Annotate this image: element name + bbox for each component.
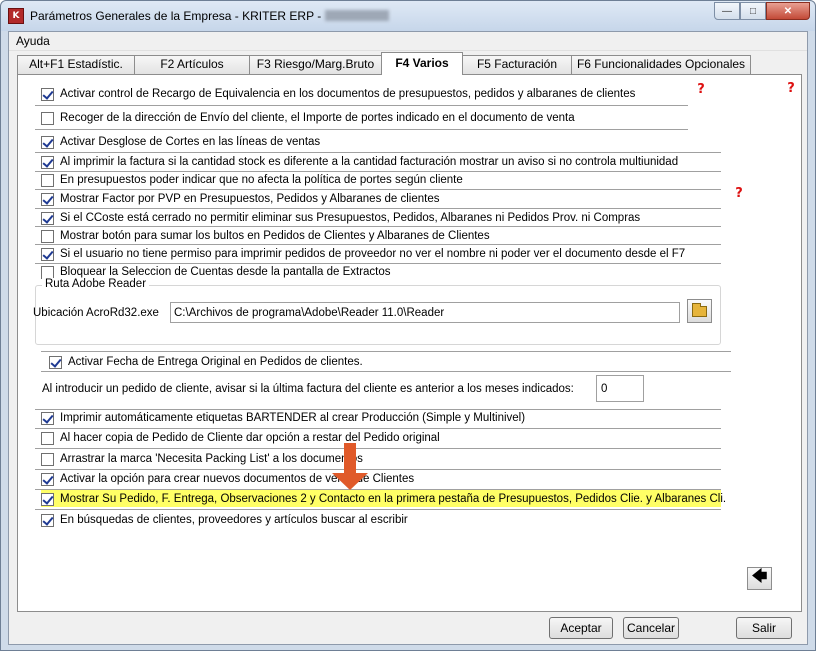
adobe-path-label: Ubicación AcroRd32.exe [33, 307, 159, 319]
option-label: Activar Desglose de Cortes en las líneas… [60, 136, 321, 148]
checkbox[interactable] [41, 265, 54, 279]
option-label: Recoger de la dirección de Envío del cli… [60, 112, 575, 124]
tab-riesgo[interactable]: F3 Riesgo/Marg.Bruto [249, 55, 382, 74]
back-arrow-icon[interactable]: 🡄 [747, 567, 772, 590]
option-label: Mostrar Factor por PVP en Presupuestos, … [60, 193, 440, 205]
option-label: Si el CCoste está cerrado no permitir el… [60, 212, 641, 224]
option-permiso-pedidos-proveedor[interactable]: Si el usuario no tiene permiso para impr… [41, 245, 685, 263]
option-ccoste-cerrado[interactable]: Si el CCoste está cerrado no permitir el… [41, 209, 640, 227]
option-label: Bloquear la Seleccion de Cuentas desde l… [60, 266, 391, 278]
checkbox[interactable] [41, 211, 54, 225]
option-label: Arrastrar la marca 'Necesita Packing Lis… [60, 453, 363, 465]
option-aviso-multiunidad[interactable]: Al imprimir la factura si la cantidad st… [41, 153, 678, 171]
option-copia-pedido-restar[interactable]: Al hacer copia de Pedido de Cliente dar … [41, 429, 440, 447]
window-controls: — □ ✕ [714, 2, 810, 20]
exit-button[interactable]: Salir [736, 617, 792, 639]
checkbox[interactable] [41, 135, 54, 149]
menu-ayuda[interactable]: Ayuda [16, 34, 50, 48]
option-label: Activar control de Recargo de Equivalenc… [60, 88, 636, 100]
checkbox[interactable] [41, 472, 54, 486]
tab-articulos[interactable]: F2 Artículos [134, 55, 250, 74]
option-label: Al hacer copia de Pedido de Cliente dar … [60, 432, 440, 444]
option-label: Al imprimir la factura si la cantidad st… [60, 156, 679, 168]
option-label: En búsquedas de clientes, proveedores y … [60, 514, 408, 526]
redacted-company-name [325, 10, 390, 21]
option-label: Mostrar botón para sumar los bultos en P… [60, 230, 490, 242]
browse-folder-button[interactable] [687, 299, 712, 323]
divider [35, 509, 721, 510]
annotation-arrow-icon [332, 473, 368, 490]
checkbox[interactable] [41, 492, 54, 506]
adobe-path-input[interactable] [170, 302, 680, 323]
divider [35, 105, 688, 106]
checkbox[interactable] [41, 111, 54, 125]
menu-bar: Ayuda [9, 32, 807, 51]
tab-panel-varios: Activar control de Recargo de Equivalenc… [17, 74, 802, 612]
checkbox[interactable] [41, 229, 54, 243]
adobe-group-title: Ruta Adobe Reader [42, 278, 150, 290]
application-window: K Parámetros Generales de la Empresa - K… [0, 0, 816, 651]
option-direccion-envio-portes[interactable]: Recoger de la dirección de Envío del cli… [41, 109, 575, 127]
cancel-button[interactable]: Cancelar [623, 617, 679, 639]
minimize-icon[interactable]: — [714, 2, 740, 20]
option-desglose-cortes[interactable]: Activar Desglose de Cortes en las líneas… [41, 133, 320, 151]
tab-funcionalidades[interactable]: F6 Funcionalidades Opcionales [571, 55, 751, 74]
option-buscar-al-escribir[interactable]: En búsquedas de clientes, proveedores y … [41, 511, 408, 529]
checkbox[interactable] [41, 452, 54, 466]
divider [41, 351, 731, 352]
checkbox[interactable] [41, 87, 54, 101]
maximize-icon[interactable]: □ [740, 2, 766, 20]
months-input[interactable] [596, 375, 644, 402]
close-icon[interactable]: ✕ [766, 2, 810, 20]
checkbox[interactable] [41, 247, 54, 261]
help-icon[interactable]: ? [694, 83, 708, 97]
tab-facturacion[interactable]: F5 Facturación [462, 55, 572, 74]
checkbox[interactable] [49, 355, 62, 369]
checkbox[interactable] [41, 155, 54, 169]
option-label: Imprimir automáticamente etiquetas BARTE… [60, 412, 526, 424]
tab-varios[interactable]: F4 Varios [381, 52, 463, 75]
checkbox[interactable] [41, 513, 54, 527]
checkbox[interactable] [41, 431, 54, 445]
help-icon[interactable]: ? [732, 187, 746, 201]
option-label: En presupuestos poder indicar que no afe… [60, 174, 463, 186]
option-recargo-equivalencia[interactable]: Activar control de Recargo de Equivalenc… [41, 85, 635, 103]
option-packing-list[interactable]: Arrastrar la marca 'Necesita Packing Lis… [41, 450, 363, 468]
dialog-client-area: Ayuda Alt+F1 Estadístic. F2 Artículos F3… [8, 31, 808, 645]
months-warning-label: Al introducir un pedido de cliente, avis… [42, 383, 574, 395]
window-title-text: Parámetros Generales de la Empresa - KRI… [30, 9, 322, 23]
option-fecha-entrega-original[interactable]: Activar Fecha de Entrega Original en Ped… [49, 353, 363, 371]
divider [41, 371, 731, 372]
option-etiquetas-bartender[interactable]: Imprimir automáticamente etiquetas BARTE… [41, 409, 525, 427]
app-icon[interactable]: K [8, 8, 24, 24]
help-icon[interactable]: ? [784, 82, 798, 96]
option-label: Activar Fecha de Entrega Original en Ped… [68, 356, 363, 368]
checkbox[interactable] [41, 173, 54, 187]
divider [35, 129, 688, 130]
option-label: Mostrar Su Pedido, F. Entrega, Observaci… [60, 493, 727, 505]
option-sumar-bultos[interactable]: Mostrar botón para sumar los bultos en P… [41, 227, 490, 245]
option-label: Si el usuario no tiene permiso para impr… [60, 248, 686, 260]
window-title: Parámetros Generales de la Empresa - KRI… [30, 9, 390, 23]
tab-estadisticas[interactable]: Alt+F1 Estadístic. [17, 55, 135, 74]
option-factor-pvp[interactable]: Mostrar Factor por PVP en Presupuestos, … [41, 190, 440, 208]
option-politica-portes[interactable]: En presupuestos poder indicar que no afe… [41, 171, 463, 189]
divider [35, 448, 721, 449]
option-mostrar-su-pedido[interactable]: Mostrar Su Pedido, F. Entrega, Observaci… [41, 490, 726, 508]
title-bar[interactable]: K Parámetros Generales de la Empresa - K… [1, 1, 815, 31]
checkbox[interactable] [41, 411, 54, 425]
folder-icon [692, 302, 707, 317]
accept-button[interactable]: Aceptar [549, 617, 613, 639]
checkbox[interactable] [41, 192, 54, 206]
annotation-arrow-shaft [344, 443, 356, 475]
